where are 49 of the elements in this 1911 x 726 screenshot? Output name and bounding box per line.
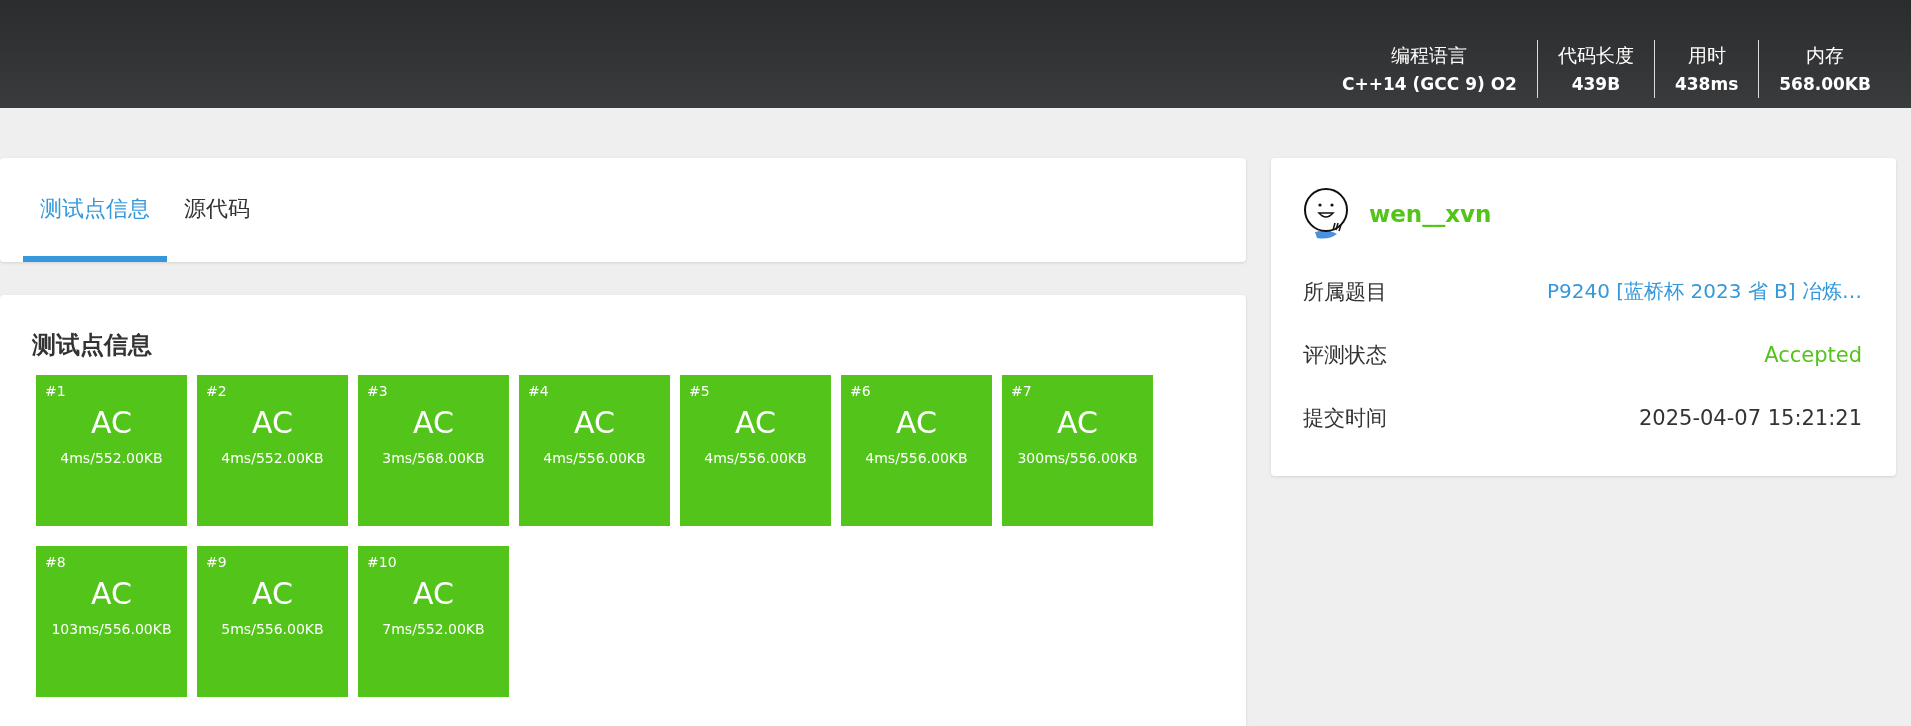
testcase-usage: 4ms/556.00KB: [543, 450, 646, 466]
testcase-number: #2: [205, 383, 227, 399]
field-label: 提交时间: [1303, 404, 1387, 432]
testcase-status: AC: [413, 405, 454, 440]
testcase-status: AC: [91, 576, 132, 611]
field-label: 评测状态: [1303, 341, 1387, 369]
testcase-status: AC: [413, 576, 454, 611]
testcase-number: #4: [527, 383, 549, 399]
testcase-usage: 4ms/552.00KB: [221, 450, 324, 466]
stat-value: C++14 (GCC 9) O2: [1342, 73, 1517, 96]
tab[interactable]: 测试点信息: [23, 158, 167, 262]
testcase-usage: 4ms/552.00KB: [60, 450, 163, 466]
avatar-icon: [1303, 188, 1351, 240]
stat-label: 内存: [1806, 43, 1845, 68]
field-value: Accepted: [1764, 342, 1862, 367]
testcase-number: #6: [849, 383, 871, 399]
testcase-usage: 5ms/556.00KB: [221, 621, 324, 637]
testcase-status: AC: [91, 405, 132, 440]
stat-value: 568.00KB: [1779, 73, 1871, 96]
testcase-status: AC: [735, 405, 776, 440]
stat-value: 439B: [1571, 73, 1621, 96]
testcase-status: AC: [252, 405, 293, 440]
field-value: 2025-04-07 15:21:21: [1638, 405, 1862, 430]
testcase-number: #7: [1010, 383, 1032, 399]
testcase-number: #9: [205, 554, 227, 570]
testcase-status: AC: [252, 576, 293, 611]
stat-label: 编程语言: [1391, 43, 1468, 68]
testcase-usage: 4ms/556.00KB: [704, 450, 807, 466]
testcase-usage: 7ms/552.00KB: [382, 621, 485, 637]
testcase-status: AC: [896, 405, 937, 440]
testcase-number: #3: [366, 383, 388, 399]
testcase-status: AC: [574, 405, 615, 440]
testcase-usage: 103ms/556.00KB: [51, 621, 172, 637]
stat-label: 代码长度: [1557, 43, 1634, 68]
stat-label: 用时: [1687, 43, 1726, 68]
panel-title: 测试点信息: [32, 330, 153, 361]
testcase-number: #8: [44, 554, 66, 570]
testcase-number: #1: [44, 383, 66, 399]
testcase-status: AC: [1057, 405, 1098, 440]
testcase-usage: 300ms/556.00KB: [1017, 450, 1138, 466]
testcase-usage: 4ms/556.00KB: [865, 450, 968, 466]
username-link[interactable]: wen__xvn: [1369, 201, 1492, 227]
tab[interactable]: 源代码: [167, 158, 267, 262]
testcase-usage: 3ms/568.00KB: [382, 450, 485, 466]
testcase-number: #10: [366, 554, 397, 570]
stat-value: 438ms: [1674, 73, 1739, 96]
testcase-number: #5: [688, 383, 710, 399]
problem-link[interactable]: P9240 [蓝桥杯 2023 省 B] 冶炼…: [1547, 278, 1862, 305]
field-label: 所属题目: [1303, 278, 1387, 306]
